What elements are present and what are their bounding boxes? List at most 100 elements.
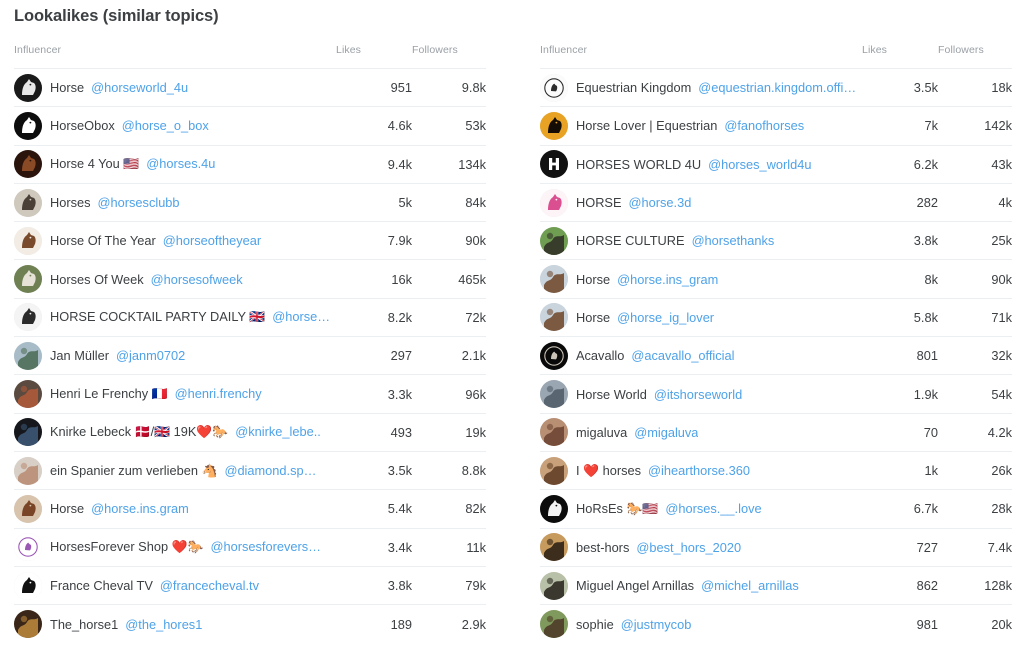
influencer-cell[interactable]: HORSE @horse.3d: [540, 182, 862, 222]
influencer-handle-link[interactable]: @diamond.sp…: [224, 463, 316, 478]
table-row[interactable]: The_horse1 @the_hores1 189 2.9k: [14, 604, 486, 643]
influencer-handle-link[interactable]: @justmycob: [621, 617, 692, 632]
avatar[interactable]: [540, 571, 568, 600]
table-row[interactable]: Horse 4 You 🇺🇸 @horses.4u 9.4k 134k: [14, 144, 486, 184]
table-row[interactable]: ein Spanier zum verlieben 🐴 @diamond.sp… 3…: [14, 450, 486, 490]
influencer-cell[interactable]: Horse @horse.ins.gram: [14, 489, 336, 529]
column-header-likes[interactable]: Likes: [336, 44, 412, 69]
column-header-followers[interactable]: Followers: [412, 44, 486, 69]
avatar[interactable]: [14, 111, 42, 140]
avatar[interactable]: [14, 571, 42, 600]
influencer-handle-link[interactable]: @horse.ins.gram: [91, 501, 189, 516]
avatar[interactable]: [14, 188, 42, 217]
table-row[interactable]: Horses Of Week @horsesofweek 16k 465k: [14, 259, 486, 299]
influencer-handle-link[interactable]: @the_hores1: [125, 617, 202, 632]
influencer-handle-link[interactable]: @acavallo_official: [631, 348, 734, 363]
influencer-cell[interactable]: migaluva @migaluva: [540, 412, 862, 452]
influencer-cell[interactable]: Horses @horsesclubb: [14, 182, 336, 222]
avatar[interactable]: [14, 456, 42, 485]
table-row[interactable]: migaluva @migaluva 70 4.2k: [540, 412, 1012, 452]
avatar[interactable]: [540, 111, 568, 140]
influencer-handle-link[interactable]: @itshorseworld: [654, 387, 742, 402]
avatar[interactable]: [540, 303, 568, 332]
avatar[interactable]: [14, 610, 42, 639]
influencer-handle-link[interactable]: @francecheval.tv: [160, 578, 259, 593]
avatar[interactable]: [540, 494, 568, 523]
influencer-cell[interactable]: Horse @horseworld_4u: [14, 67, 336, 107]
influencer-handle-link[interactable]: @horsethanks: [692, 233, 775, 248]
table-row[interactable]: HorseObox @horse_o_box 4.6k 53k: [14, 106, 486, 146]
influencer-cell[interactable]: Horse @horse_ig_lover: [540, 297, 862, 337]
influencer-cell[interactable]: Knirke Lebeck 🇩🇰/🇬🇧 19K❤️🐎 @knirke_lebe..: [14, 412, 336, 452]
avatar[interactable]: [540, 341, 568, 370]
influencer-handle-link[interactable]: @horses.__.love: [665, 501, 761, 516]
influencer-handle-link[interactable]: @horsesofweek: [151, 272, 243, 287]
table-row[interactable]: HORSE COCKTAIL PARTY DAILY 🇬🇧 @horse… 8.2k…: [14, 297, 486, 337]
column-header-likes[interactable]: Likes: [862, 44, 938, 69]
table-row[interactable]: Knirke Lebeck 🇩🇰/🇬🇧 19K❤️🐎 @knirke_lebe..…: [14, 412, 486, 452]
table-row[interactable]: I ❤️ horses @ihearthorse.360 1k 26k: [540, 450, 1012, 490]
influencer-handle-link[interactable]: @horse…: [272, 309, 330, 324]
influencer-cell[interactable]: Jan Müller @janm0702: [14, 336, 336, 375]
table-row[interactable]: sophie @justmycob 981 20k: [540, 604, 1012, 643]
table-row[interactable]: Horses @horsesclubb 5k 84k: [14, 182, 486, 222]
table-row[interactable]: Horse @horse.ins_gram 8k 90k: [540, 259, 1012, 299]
table-row[interactable]: HorsesForever Shop ❤️🐎 @horsesforevers… 3.…: [14, 527, 486, 567]
influencer-handle-link[interactable]: @best_hors_2020: [636, 540, 741, 555]
table-row[interactable]: Horse Of The Year @horseoftheyear 7.9k 90k: [14, 221, 486, 260]
table-row[interactable]: Horse @horseworld_4u 951 9.8k: [14, 67, 486, 107]
influencer-cell[interactable]: Horse Of The Year @horseoftheyear: [14, 221, 336, 260]
avatar[interactable]: [540, 418, 568, 447]
table-row[interactable]: HoRsEs 🐎🇺🇸 @horses.__.love 6.7k 28k: [540, 489, 1012, 529]
column-header-influencer[interactable]: Influencer: [14, 44, 336, 69]
avatar[interactable]: [540, 150, 568, 179]
influencer-cell[interactable]: HORSE COCKTAIL PARTY DAILY 🇬🇧 @horse…: [14, 297, 336, 337]
avatar[interactable]: [540, 380, 568, 409]
influencer-handle-link[interactable]: @horseworld_4u: [91, 80, 188, 95]
influencer-cell[interactable]: Horse @horse.ins_gram: [540, 259, 862, 299]
influencer-cell[interactable]: Horse Lover | Equestrian @fanofhorses: [540, 106, 862, 146]
avatar[interactable]: [14, 341, 42, 370]
influencer-cell[interactable]: HORSE CULTURE @horsethanks: [540, 221, 862, 260]
influencer-cell[interactable]: Horse 4 You 🇺🇸 @horses.4u: [14, 144, 336, 184]
avatar[interactable]: [14, 380, 42, 409]
influencer-handle-link[interactable]: @ihearthorse.360: [648, 463, 750, 478]
table-row[interactable]: Jan Müller @janm0702 297 2.1k: [14, 336, 486, 375]
influencer-cell[interactable]: Horses Of Week @horsesofweek: [14, 259, 336, 299]
influencer-handle-link[interactable]: @horse.3d: [629, 195, 692, 210]
influencer-cell[interactable]: ein Spanier zum verlieben 🐴 @diamond.sp…: [14, 450, 336, 490]
influencer-cell[interactable]: sophie @justmycob: [540, 604, 862, 643]
table-row[interactable]: Equestrian Kingdom @equestrian.kingdom.of…: [540, 67, 1012, 107]
avatar[interactable]: [14, 533, 42, 562]
influencer-cell[interactable]: I ❤️ horses @ihearthorse.360: [540, 450, 862, 490]
column-header-followers[interactable]: Followers: [938, 44, 1012, 69]
avatar[interactable]: [14, 418, 42, 447]
avatar[interactable]: [14, 73, 42, 102]
avatar[interactable]: [14, 265, 42, 294]
influencer-handle-link[interactable]: @michel_arnillas: [701, 578, 799, 593]
influencer-handle-link[interactable]: @horse.ins_gram: [617, 272, 718, 287]
avatar[interactable]: [540, 610, 568, 639]
influencer-cell[interactable]: best-hors @best_hors_2020: [540, 527, 862, 567]
avatar[interactable]: [14, 150, 42, 179]
influencer-cell[interactable]: Horse World @itshorseworld: [540, 374, 862, 414]
column-header-influencer[interactable]: Influencer: [540, 44, 862, 69]
table-row[interactable]: Horse World @itshorseworld 1.9k 54k: [540, 374, 1012, 414]
table-row[interactable]: Henri Le Frenchy 🇫🇷 @henri.frenchy 3.3k 96k: [14, 374, 486, 414]
influencer-handle-link[interactable]: @horses.4u: [146, 156, 215, 171]
influencer-cell[interactable]: The_horse1 @the_hores1: [14, 604, 336, 643]
table-row[interactable]: Horse @horse_ig_lover 5.8k 71k: [540, 297, 1012, 337]
avatar[interactable]: [540, 265, 568, 294]
influencer-handle-link[interactable]: @fanofhorses: [724, 118, 804, 133]
influencer-handle-link[interactable]: @horse_o_box: [122, 118, 209, 133]
avatar[interactable]: [14, 226, 42, 255]
influencer-handle-link[interactable]: @henri.frenchy: [175, 386, 262, 401]
table-row[interactable]: HORSE @horse.3d 282 4k: [540, 182, 1012, 222]
influencer-handle-link[interactable]: @migaluva: [634, 425, 698, 440]
influencer-cell[interactable]: France Cheval TV @francecheval.tv: [14, 565, 336, 605]
table-row[interactable]: HORSE CULTURE @horsethanks 3.8k 25k: [540, 221, 1012, 260]
influencer-cell[interactable]: HORSES WORLD 4U @horses_world4u: [540, 144, 862, 184]
influencer-handle-link[interactable]: @horse_ig_lover: [617, 310, 714, 325]
influencer-cell[interactable]: Henri Le Frenchy 🇫🇷 @henri.frenchy: [14, 374, 336, 414]
table-row[interactable]: Miguel Angel Arnillas @michel_arnillas 862…: [540, 565, 1012, 605]
